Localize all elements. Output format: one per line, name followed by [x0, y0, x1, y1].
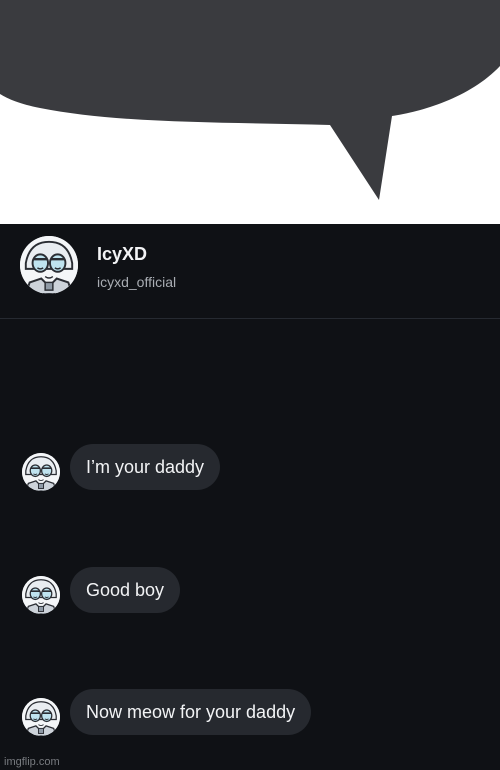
speech-bubble-shape: [0, 0, 500, 200]
chat-header: IcyXD icyxd_official: [0, 224, 500, 319]
anime-face-avatar-icon: [22, 576, 60, 614]
message-bubble[interactable]: Good boy: [70, 567, 181, 613]
chat-screen: IcyXD icyxd_official I’m your daddy Good…: [0, 224, 500, 770]
watermark: imgflip.com: [4, 756, 60, 768]
message-avatar[interactable]: [22, 698, 60, 736]
message-row: I’m your daddy: [0, 444, 500, 492]
message-avatar[interactable]: [22, 453, 60, 491]
message-row: Now meow for your daddy: [0, 689, 500, 737]
message-avatar[interactable]: [22, 576, 60, 614]
message-bubble[interactable]: Now meow for your daddy: [70, 689, 312, 735]
message-bubble[interactable]: I’m your daddy: [70, 444, 221, 490]
message-row: Good boy: [0, 567, 500, 615]
profile-avatar[interactable]: [20, 236, 78, 294]
anime-face-avatar-icon: [22, 453, 60, 491]
speech-bubble-overlay: [0, 0, 500, 224]
anime-face-avatar-icon: [20, 236, 78, 294]
profile-username: icyxd_official: [97, 274, 177, 290]
anime-face-avatar-icon: [22, 698, 60, 736]
profile-display-name[interactable]: IcyXD: [97, 244, 147, 265]
